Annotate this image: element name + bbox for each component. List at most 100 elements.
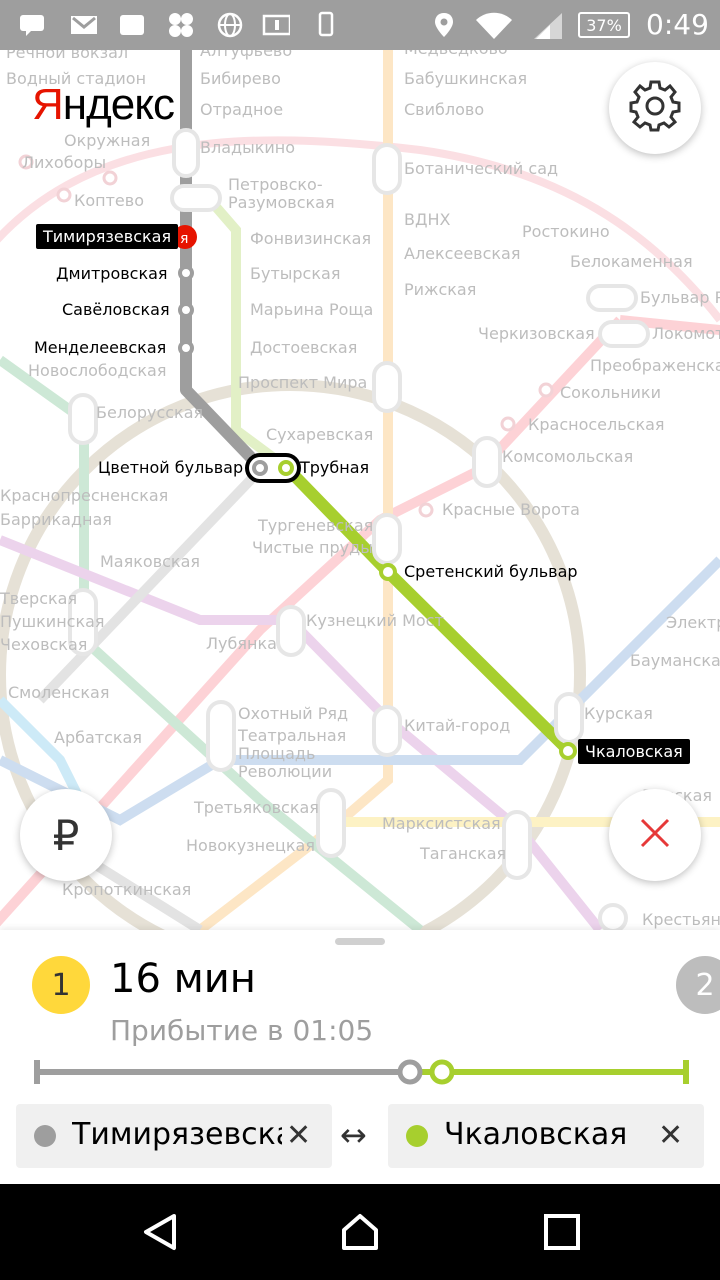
map-label: Красносельская bbox=[528, 415, 665, 434]
hexagons-icon bbox=[166, 11, 194, 39]
fare-button[interactable]: ₽ bbox=[20, 789, 112, 881]
map-label: Новокузнецкая bbox=[186, 836, 315, 855]
map-label: Фонвизинская bbox=[250, 229, 372, 248]
map-label: Краснопресненская bbox=[0, 486, 169, 505]
map-label: Кропоткинская bbox=[62, 880, 192, 899]
clear-to-icon[interactable]: ✕ bbox=[658, 1118, 683, 1153]
signal-icon bbox=[530, 11, 566, 39]
map-label: Рижская bbox=[404, 280, 477, 299]
grey-line-dot bbox=[34, 1125, 56, 1147]
map-label: Чеховская bbox=[0, 635, 88, 654]
map-label: Ростокино bbox=[522, 222, 610, 241]
map-label: Алтуфьево bbox=[200, 50, 293, 60]
map-label: Курская bbox=[584, 704, 653, 723]
status-bar: 37% 0:49 bbox=[0, 0, 720, 50]
settings-button[interactable] bbox=[609, 62, 701, 154]
green-line-dot bbox=[406, 1125, 428, 1147]
map-label: Тургеневская bbox=[258, 516, 374, 535]
close-route-button[interactable] bbox=[609, 789, 701, 881]
map-label: Петровско- bbox=[228, 175, 323, 194]
from-station-name[interactable]: Тимирязевская bbox=[72, 1117, 282, 1152]
route-station-label[interactable]: Трубная bbox=[300, 459, 369, 477]
map-label: Третьяковская bbox=[194, 798, 319, 817]
map-label: Электрозаводская bbox=[666, 614, 720, 632]
map-label: Маяковская bbox=[100, 552, 201, 571]
svg-text:я: я bbox=[180, 231, 188, 247]
map-label: Бутырская bbox=[250, 264, 341, 283]
end-station-tag[interactable]: Чкаловская bbox=[578, 739, 690, 764]
back-icon[interactable] bbox=[140, 1212, 180, 1252]
route-option-1[interactable]: 1 bbox=[32, 956, 90, 1014]
from-station-field[interactable]: Тимирязевская ✕ bbox=[16, 1104, 332, 1168]
map-label: Охотный Ряд bbox=[238, 704, 349, 723]
gmail-icon bbox=[70, 11, 98, 39]
route-duration: 16 мин bbox=[110, 956, 256, 1002]
route-station-label[interactable]: Менделеевская bbox=[34, 339, 166, 357]
map-label: Белорусская bbox=[96, 403, 204, 422]
clock: 0:49 bbox=[646, 8, 709, 41]
home-icon[interactable] bbox=[340, 1212, 380, 1252]
route-panel: 1 2 16 мин Прибытие в 01:05 Тимирязевска… bbox=[0, 930, 720, 1184]
fk-icon bbox=[118, 11, 146, 39]
map-label: Марксистская bbox=[382, 814, 501, 833]
message-icon bbox=[18, 11, 46, 39]
map-label: Китай-город bbox=[404, 716, 511, 735]
route-progress-line bbox=[34, 1059, 689, 1085]
map-label: Бауманская bbox=[630, 652, 720, 670]
route-station-label[interactable]: Цветной бульвар bbox=[98, 459, 243, 477]
map-label: Баррикадная bbox=[0, 510, 112, 529]
map-label: Площадь bbox=[238, 744, 316, 763]
gear-icon bbox=[629, 80, 681, 136]
map-label: Кузнецкий Мост bbox=[306, 611, 444, 630]
map-label: Арбатская bbox=[54, 728, 142, 747]
map-label: Бибирево bbox=[200, 69, 281, 88]
map-label: Владыкино bbox=[200, 138, 296, 157]
location-icon bbox=[430, 11, 458, 39]
map-label: Пушкинская bbox=[0, 612, 105, 631]
map-label: Тверская bbox=[0, 589, 78, 608]
route-station-label[interactable]: Савёловская bbox=[62, 301, 170, 319]
map-label: Бульвар Рокоссовского bbox=[640, 289, 720, 307]
map-label: Чистые пруды bbox=[252, 538, 373, 557]
map-label: Свиблово bbox=[404, 100, 485, 119]
phone-icon bbox=[312, 11, 340, 39]
map-label: Смоленская bbox=[8, 683, 110, 702]
map-label: Лубянка bbox=[206, 634, 277, 653]
map-label: Разумовская bbox=[228, 193, 335, 212]
map-label: Черкизовская bbox=[478, 324, 595, 343]
start-station-tag[interactable]: Тимирязевская bbox=[36, 224, 179, 249]
battery-indicator: 37% bbox=[578, 12, 630, 38]
map-label: Достоевская bbox=[250, 338, 358, 357]
map-label: Отрадное bbox=[200, 100, 284, 119]
swap-stations-icon[interactable]: ↔ bbox=[340, 1116, 367, 1154]
clear-from-icon[interactable]: ✕ bbox=[286, 1118, 311, 1153]
map-label: Медведково bbox=[404, 50, 508, 58]
map-label: Сокольники bbox=[560, 383, 661, 402]
wifi-icon bbox=[474, 11, 514, 39]
arrival-time: Прибытие в 01:05 bbox=[110, 1014, 374, 1047]
map-label: Красные Ворота bbox=[442, 500, 580, 519]
yandex-logo: Яндекс bbox=[32, 80, 175, 129]
recent-apps-icon[interactable] bbox=[542, 1212, 582, 1252]
route-station-label[interactable]: Сретенский бульвар bbox=[404, 563, 578, 581]
map-label: Бабушкинская bbox=[404, 69, 528, 88]
map-label: ВДНХ bbox=[404, 210, 451, 229]
map-label: Революции bbox=[238, 762, 333, 781]
map-label: Комсомольская bbox=[502, 447, 634, 466]
route-option-2[interactable]: 2 bbox=[676, 956, 720, 1014]
map-label: Локомотив bbox=[652, 325, 720, 343]
map-label: Проспект Мира bbox=[238, 373, 368, 392]
to-station-name[interactable]: Чкаловская bbox=[444, 1117, 654, 1152]
to-station-field[interactable]: Чкаловская ✕ bbox=[388, 1104, 704, 1168]
info-icon bbox=[262, 11, 290, 39]
map-label: Окружная bbox=[64, 131, 151, 150]
map-label: Коптево bbox=[74, 191, 144, 210]
metro-map[interactable]: я Речной вокзал Водный стадион Окружная … bbox=[0, 50, 720, 930]
map-label: Белокаменная bbox=[570, 252, 693, 271]
system-nav-bar bbox=[0, 1184, 720, 1280]
map-label: Ботанический сад bbox=[404, 159, 559, 178]
route-station-label[interactable]: Дмитровская bbox=[56, 265, 168, 283]
map-label: Преображенская bbox=[590, 357, 720, 375]
map-label: Алексеевская bbox=[404, 244, 521, 263]
panel-drag-handle[interactable] bbox=[335, 938, 385, 945]
